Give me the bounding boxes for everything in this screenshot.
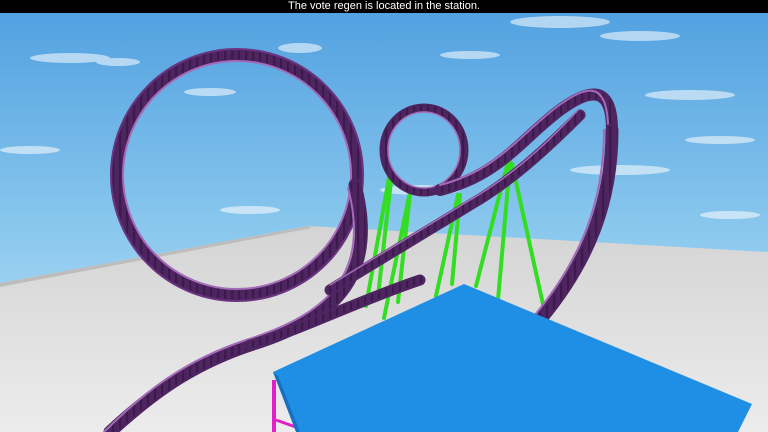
message-text: The vote regen is located in the station… (287, 0, 480, 12)
message-bar: The vote regen is located in the station… (0, 0, 768, 13)
game-viewport[interactable]: The vote regen is located in the station… (0, 0, 768, 432)
platform-leg-left (272, 380, 276, 432)
game-scene[interactable] (0, 0, 768, 432)
